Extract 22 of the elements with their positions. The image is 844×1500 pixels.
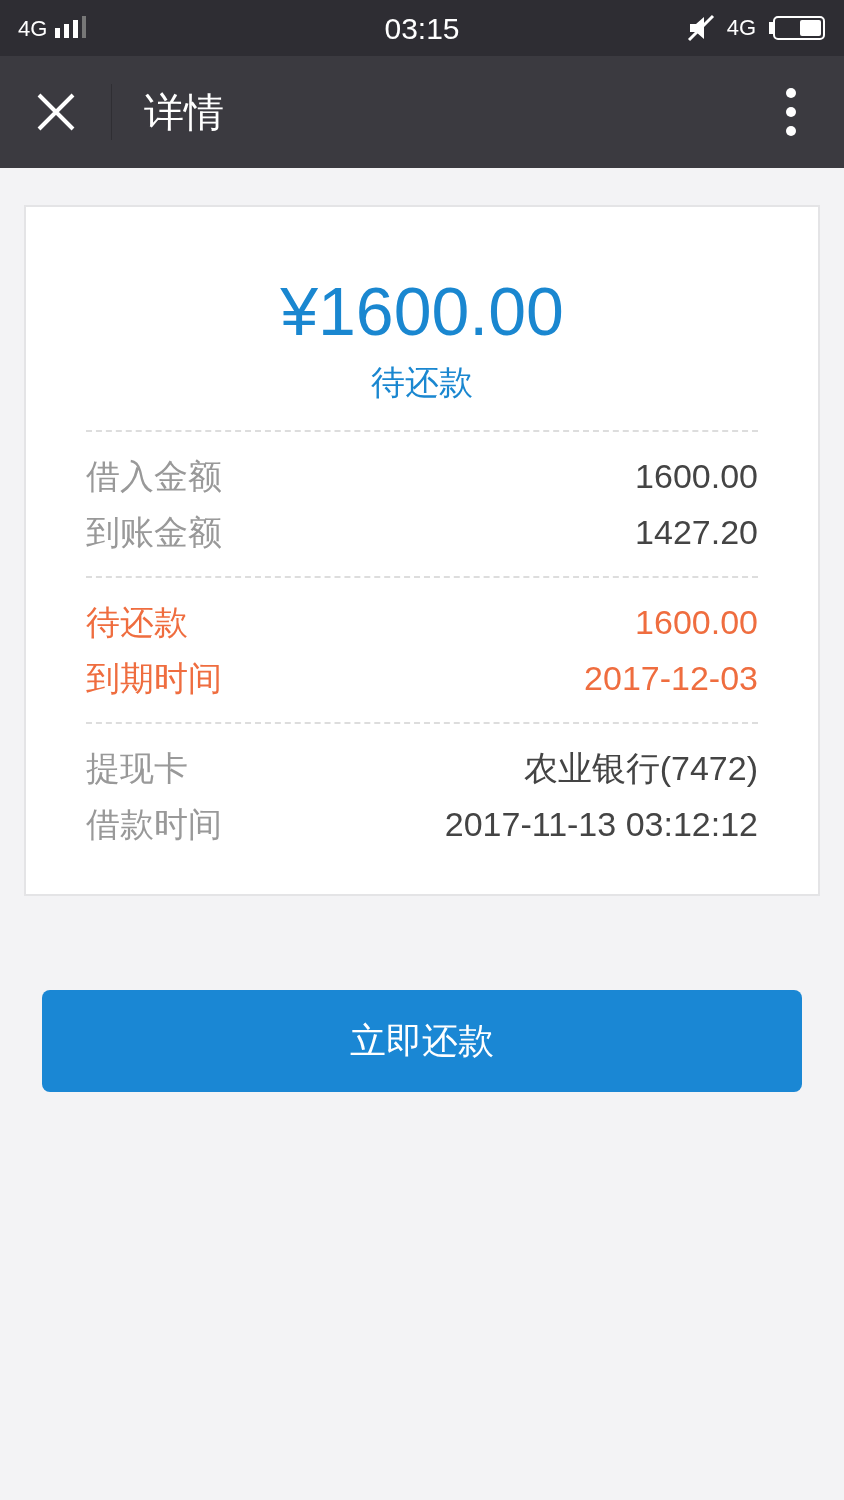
network-label: 4G bbox=[18, 14, 48, 43]
row-value: 农业银行(7472) bbox=[523, 747, 758, 789]
battery-icon bbox=[768, 15, 826, 41]
row-label: 提现卡 bbox=[86, 747, 188, 789]
status-label: 待还款 bbox=[371, 362, 473, 403]
amount: ¥1600.00 bbox=[280, 273, 564, 349]
row-value: 1427.20 bbox=[635, 511, 758, 553]
row-label: 到账金额 bbox=[86, 511, 222, 553]
row-value: 2017-11-13 03:12:12 bbox=[444, 803, 758, 845]
row-value: 1600.00 bbox=[635, 601, 758, 643]
clock: 03:15 bbox=[384, 10, 460, 47]
row-value: 2017-12-03 bbox=[584, 657, 758, 699]
row-label: 借款时间 bbox=[86, 803, 222, 845]
row-label: 借入金额 bbox=[86, 455, 222, 497]
network-label: 4G bbox=[726, 17, 756, 39]
mute-icon bbox=[686, 14, 715, 42]
row-value: 1600.00 bbox=[635, 455, 758, 497]
row-label: 待还款 bbox=[86, 601, 188, 643]
page-title: 详情 bbox=[144, 89, 224, 136]
close-icon bbox=[36, 93, 75, 131]
row-label: 到期时间 bbox=[86, 657, 222, 699]
repay-button[interactable]: 立即还款 bbox=[42, 990, 802, 1092]
